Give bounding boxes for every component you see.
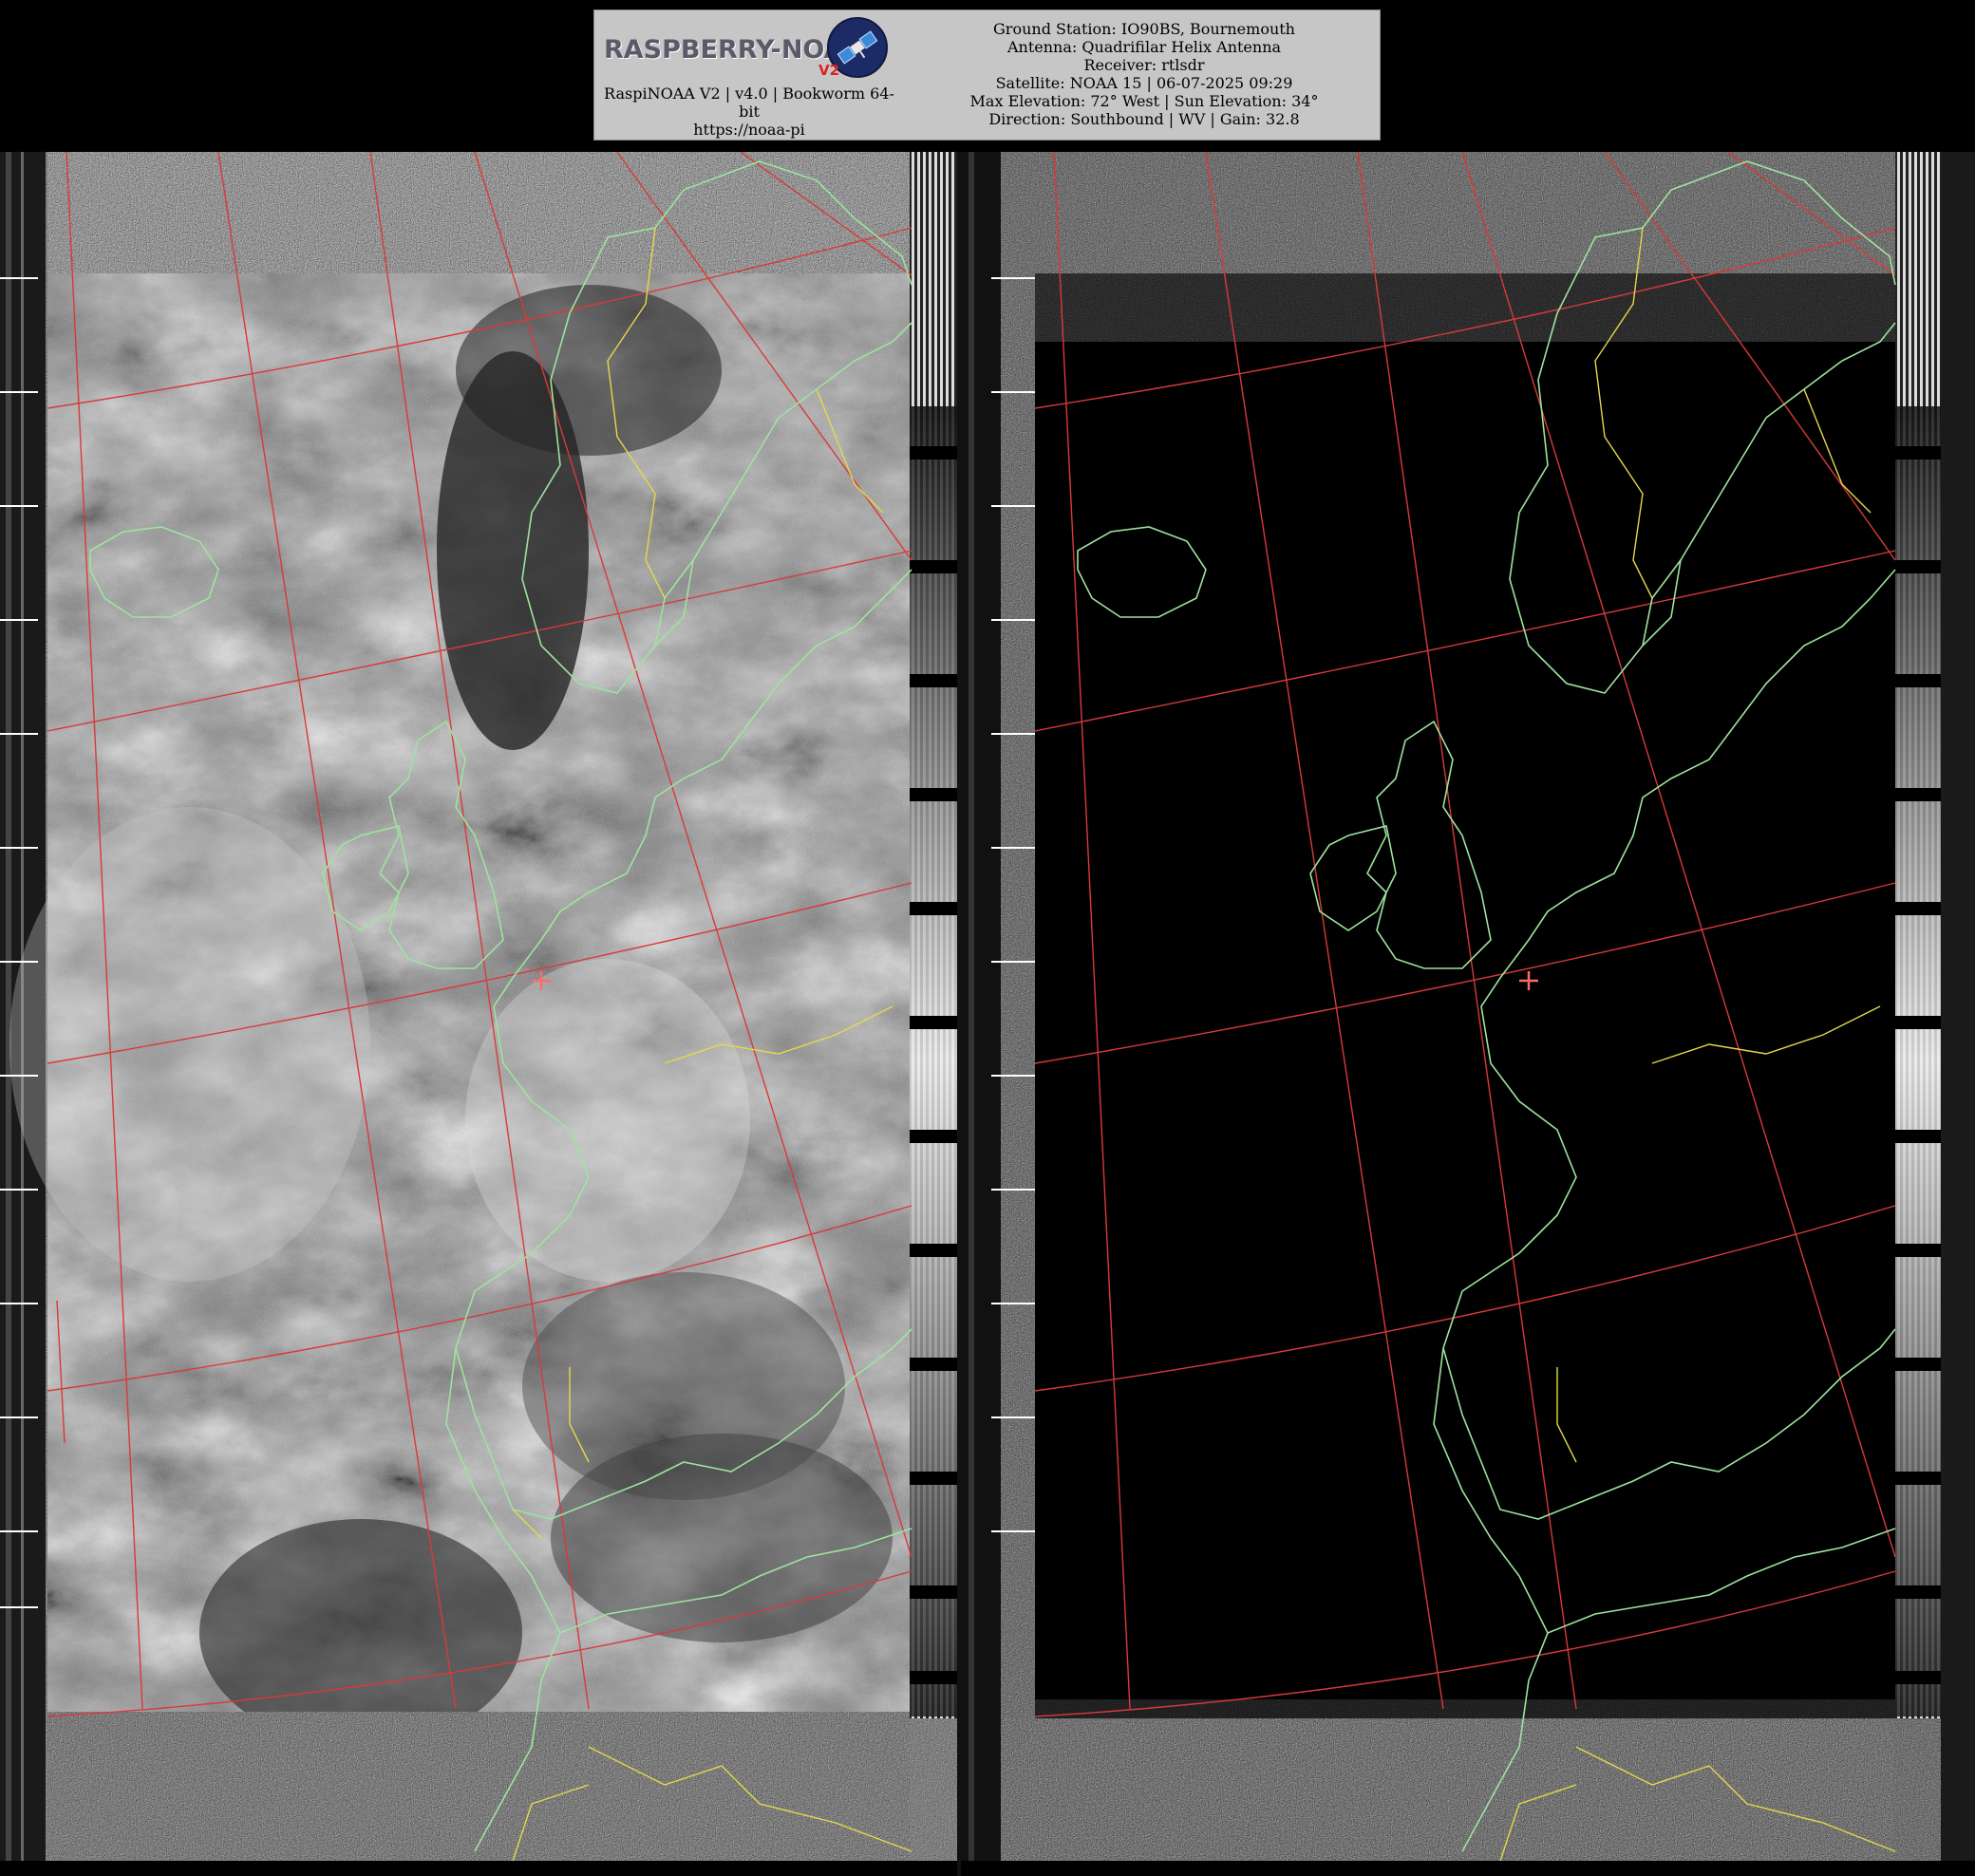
image-info-header: RASPBERRY-NOAA V2 RaspiNOAA V2 | v4.0 | …: [593, 9, 1381, 141]
app-info: RaspiNOAA V2 | v4.0 | Bookworm 64- bit h…: [594, 84, 904, 139]
antenna-line: Antenna: Quadrifilar Helix Antenna: [1006, 38, 1282, 56]
logo-text: RASPBERRY-NOAA: [604, 35, 864, 65]
station-info: Ground Station: IO90BS, Bournemouth Ante…: [912, 20, 1377, 128]
satellite-line: Satellite: NOAA 15 | 06-07-2025 09:29: [995, 74, 1293, 92]
logo-version: V2: [818, 62, 840, 79]
satellite-imagery: [0, 152, 1975, 1876]
ground-station-line: Ground Station: IO90BS, Bournemouth: [993, 20, 1295, 38]
calibration-wedges-right: [1895, 406, 1941, 1717]
elevation-line: Max Elevation: 72° West | Sun Elevation:…: [969, 92, 1319, 110]
receiver-line: Receiver: rtlsdr: [1083, 56, 1205, 74]
left-visible-image: [0, 152, 959, 1861]
app-info-line: bit: [739, 103, 760, 121]
calibration-wedges: [910, 406, 957, 1717]
raspberry-noaa-logo: RASPBERRY-NOAA V2: [598, 14, 898, 88]
app-info-line: RaspiNOAA V2 | v4.0 | Bookworm 64-: [604, 84, 894, 103]
direction-line: Direction: Southbound | WV | Gain: 32.8: [988, 110, 1300, 128]
right-thermal-image: [959, 152, 1975, 1861]
app-url: https://noaa-pi: [693, 121, 805, 139]
panel-divider: [957, 152, 961, 1876]
